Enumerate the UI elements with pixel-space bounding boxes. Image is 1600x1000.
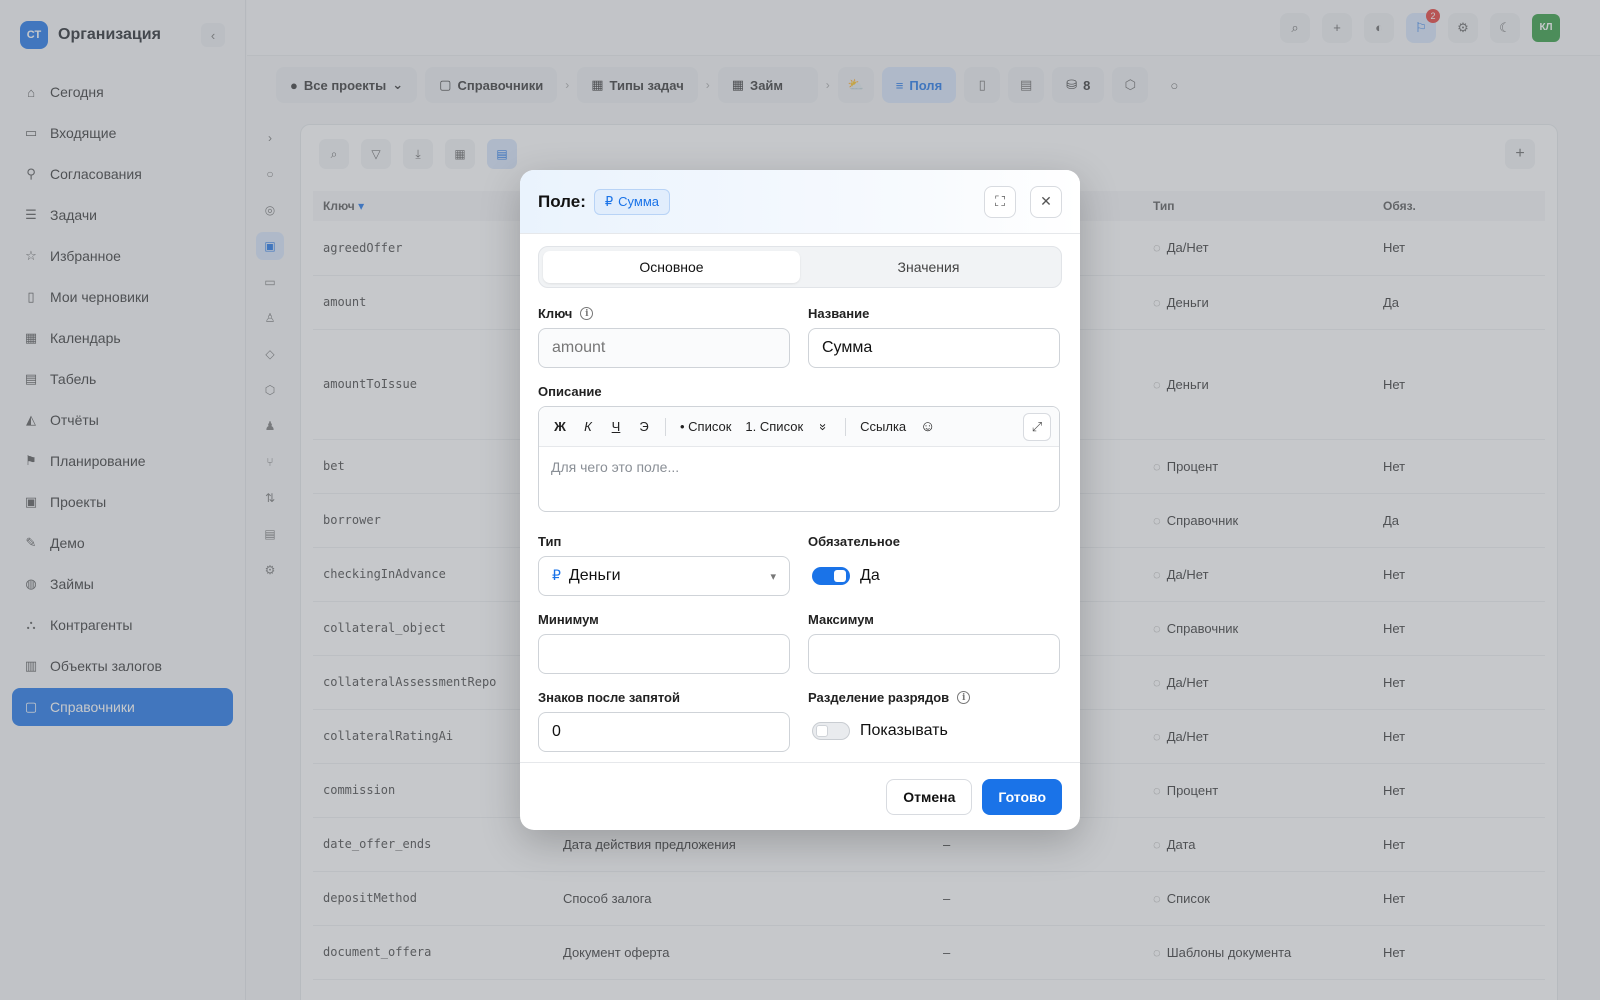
key-label-text: Ключ [538, 306, 573, 321]
close-icon[interactable]: ✕ [1030, 185, 1062, 218]
required-toggle[interactable] [812, 567, 850, 585]
toolbar-divider [665, 417, 666, 436]
info-icon[interactable]: i [957, 691, 971, 704]
chip-label: Сумма [618, 194, 660, 209]
fullscreen-icon[interactable]: ⛶ [984, 185, 1016, 218]
ordered-list-button[interactable]: 1. Список [739, 414, 809, 440]
max-input[interactable] [808, 634, 1060, 674]
name-input[interactable]: Сумма [808, 328, 1060, 368]
bullet-list-button[interactable]: • Список [674, 414, 737, 440]
dialog-tabs: Основное Значения [538, 246, 1062, 288]
grouping-label: Разделение разрядов i [808, 690, 971, 705]
bold-button[interactable]: Ж [547, 414, 573, 440]
tab-main[interactable]: Основное [543, 251, 800, 283]
max-label: Максимум [808, 612, 874, 627]
type-select-value: ₽ Деньги [552, 567, 621, 585]
decimals-input[interactable]: 0 [538, 712, 790, 752]
key-input[interactable]: amount [538, 328, 790, 368]
grouping-toggle[interactable] [812, 722, 850, 740]
ruble-icon: ₽ [552, 567, 561, 583]
type-select[interactable]: ₽ Деньги ▾ [538, 556, 790, 596]
done-button[interactable]: Готово [982, 778, 1062, 815]
key-label: Ключ i [538, 306, 594, 321]
more-formatting-icon[interactable]: » [811, 414, 837, 440]
chevron-down-icon: ▾ [770, 570, 776, 583]
name-label: Название [808, 306, 870, 321]
emoji-icon[interactable]: ☺ [914, 414, 941, 440]
strike-button[interactable]: Э [631, 414, 657, 440]
field-name-chip: ₽ Сумма [593, 188, 671, 215]
required-toggle-row: Да [812, 567, 880, 585]
dialog-title: Поле: [538, 191, 586, 211]
description-textarea[interactable]: Для чего это поле... [539, 447, 1059, 487]
field-edit-dialog: Поле: ₽ Сумма ⛶ ✕ Основное Значения Ключ… [520, 170, 1080, 830]
info-icon[interactable]: i [580, 307, 594, 320]
min-label: Минимум [538, 612, 599, 627]
link-button[interactable]: Ссылка [854, 414, 912, 440]
required-label: Обязательное [808, 534, 900, 549]
expand-editor-icon[interactable]: ⤢ [1023, 412, 1051, 441]
tab-values[interactable]: Значения [800, 251, 1057, 283]
min-input[interactable] [538, 634, 790, 674]
description-label: Описание [538, 384, 602, 399]
toolbar-divider [845, 417, 847, 436]
editor-toolbar: Ж К Ч Э • Список 1. Список » Ссылка ☺ ⤢ [539, 407, 1059, 447]
italic-button[interactable]: К [575, 414, 601, 440]
grouping-toggle-row: Показывать [812, 722, 948, 740]
type-label: Тип [538, 534, 562, 549]
underline-button[interactable]: Ч [603, 414, 629, 440]
grouping-value: Показывать [860, 722, 948, 739]
ruble-icon: ₽ [604, 193, 614, 209]
decimals-label: Знаков после запятой [538, 690, 680, 705]
description-editor: Ж К Ч Э • Список 1. Список » Ссылка ☺ ⤢ … [538, 406, 1060, 512]
dialog-footer: Отмена Готово [520, 762, 1080, 830]
grouping-label-text: Разделение разрядов [808, 690, 950, 705]
type-value-text: Деньги [568, 567, 621, 584]
cancel-button[interactable]: Отмена [886, 778, 973, 815]
dialog-header: Поле: ₽ Сумма ⛶ ✕ [520, 170, 1080, 234]
required-value: Да [860, 567, 880, 584]
